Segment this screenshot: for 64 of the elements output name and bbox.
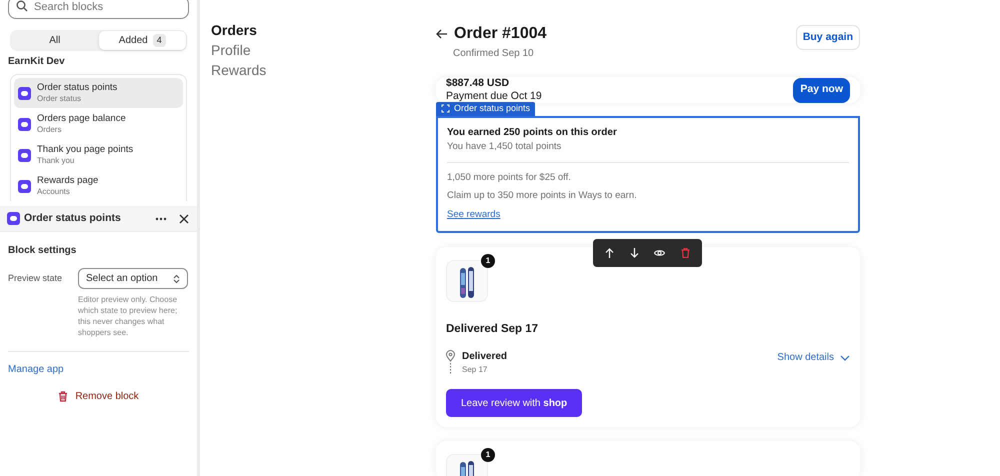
show-details-link[interactable]: Show details: [777, 350, 850, 365]
search-icon: [16, 0, 28, 12]
block-subtitle: Orders: [37, 124, 62, 135]
close-button[interactable]: [178, 212, 190, 224]
quantity-badge: 1: [481, 254, 495, 268]
block-title: Orders page balance: [37, 113, 126, 124]
order-date: Confirmed Sep 10: [453, 47, 535, 61]
search-field[interactable]: Search blocks: [8, 0, 189, 18]
app-icon: [18, 148, 31, 162]
chevron-icon: [173, 274, 180, 284]
block-subtitle: Accounts: [37, 186, 71, 197]
status-text: Delivered: [462, 350, 508, 363]
buy-again-button[interactable]: Buy again: [796, 25, 860, 50]
remove-block-button[interactable]: Remove block: [58, 389, 139, 404]
manage-app-link[interactable]: Manage app: [8, 362, 64, 377]
nav-link[interactable]: Profile: [211, 40, 251, 60]
due-text: Payment due Oct 19: [446, 90, 542, 103]
order-title: Order #1004: [454, 24, 547, 44]
points-total: You have 1,450 total points: [447, 140, 562, 152]
block-list-item[interactable]: Thank you page points Thank you: [14, 140, 183, 170]
block-title: Rewards page: [37, 175, 98, 186]
arrow-down-icon[interactable]: [630, 248, 639, 258]
nav-link[interactable]: Rewards: [211, 60, 266, 80]
count-badge: 4: [152, 34, 166, 48]
app-icon: [18, 180, 31, 192]
see-rewards-link[interactable]: See rewards: [447, 208, 500, 222]
block-list-item[interactable]: Order status points Order status: [14, 78, 183, 108]
status-date: Sep 17: [462, 364, 488, 376]
arrow-up-icon[interactable]: [604, 248, 614, 258]
quantity-badge: 1: [481, 448, 495, 462]
back-arrow-icon[interactable]: [436, 29, 448, 39]
app-icon: [18, 118, 31, 130]
group-title: EarnKit Dev: [8, 56, 66, 65]
chevron-down-icon: [840, 354, 850, 360]
block-subtitle: Order status: [37, 93, 82, 104]
select-field[interactable]: Select an option: [78, 268, 188, 289]
block-list-item[interactable]: Rewards page Accounts: [14, 171, 183, 201]
settings-title: Block settings: [8, 244, 78, 258]
block-title: Order status points: [37, 82, 118, 93]
points-info: Claim up to 350 more points in Ways to earn.: [447, 188, 638, 202]
amount-text: $887.48 USD: [446, 77, 510, 90]
field-label: Preview state: [8, 272, 64, 285]
help-text: Editor preview only. Choose which state to preview here; this never changes what shoppers see.: [78, 294, 178, 338]
tab[interactable]: All: [11, 31, 98, 50]
delivery-title: Delivered Sep 17: [446, 322, 540, 337]
selection-icon: [441, 104, 450, 114]
tab[interactable]: Added 4: [98, 31, 186, 50]
points-headline: You earned 250 points on this order: [447, 126, 618, 140]
more-icon: [155, 216, 167, 220]
block-subtitle: Thank you: [37, 155, 76, 166]
nav-link[interactable]: Orders: [211, 20, 257, 40]
location-pin-icon: [446, 350, 455, 374]
points-info: 1,050 more points for $25 off.: [447, 170, 572, 184]
block-list-item[interactable]: Orders page balance Orders: [14, 109, 183, 139]
pay-now-button[interactable]: Pay now: [793, 78, 850, 102]
app-icon: [7, 212, 20, 225]
eye-icon[interactable]: [654, 248, 666, 257]
panel-title: Order status points: [24, 210, 122, 226]
leave-review-button[interactable]: Leave review with shop: [446, 389, 582, 417]
app-icon: [18, 86, 31, 100]
trash-icon: [58, 391, 68, 402]
block-title: Thank you page points: [37, 144, 134, 155]
trash-icon[interactable]: [681, 248, 690, 258]
block-tag: Order status points: [436, 102, 536, 116]
